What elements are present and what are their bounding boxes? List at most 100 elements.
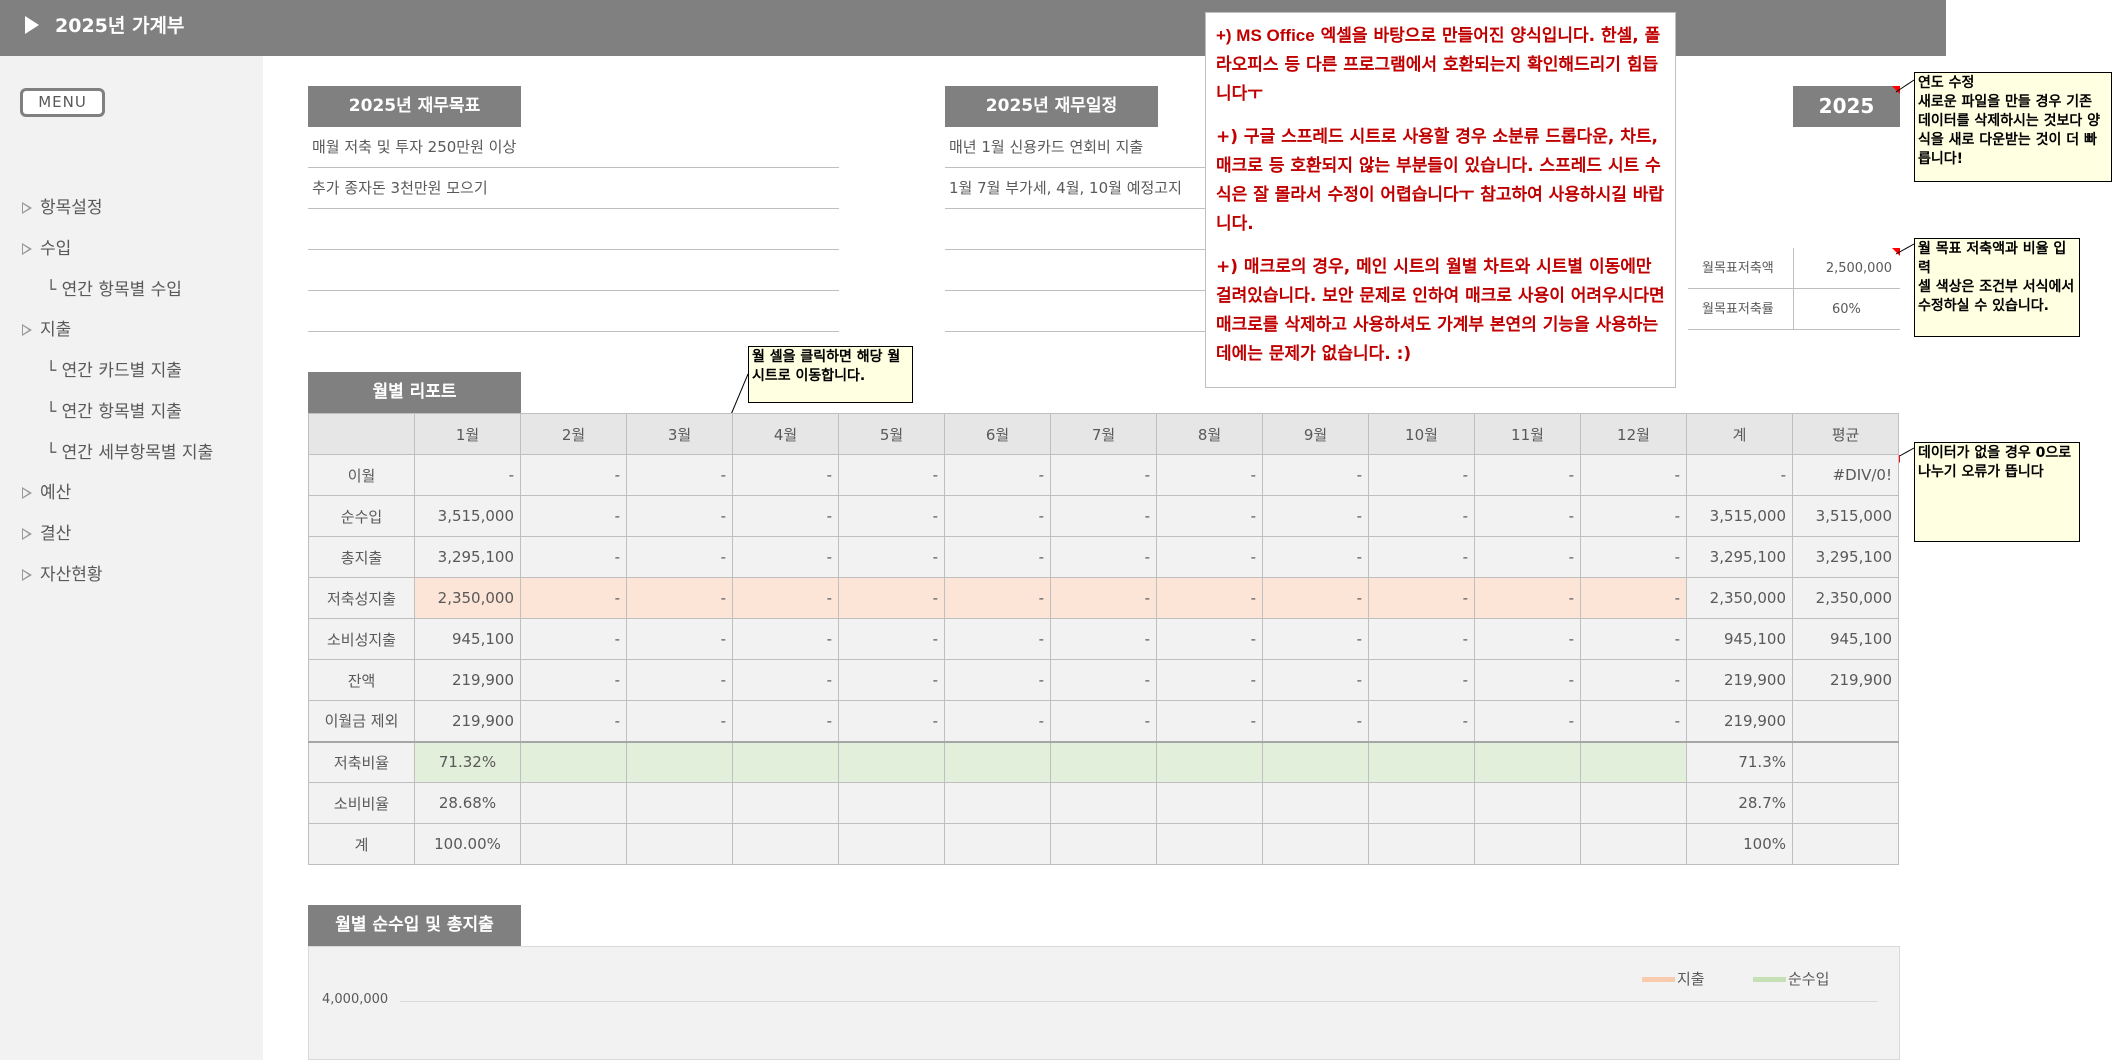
table-cell[interactable]: [944, 823, 1051, 865]
month-header[interactable]: 7월: [1050, 413, 1157, 455]
table-cell[interactable]: [838, 740, 945, 783]
table-cell[interactable]: -: [1262, 495, 1369, 537]
month-header[interactable]: 11월: [1474, 413, 1581, 455]
schedule-line[interactable]: [945, 250, 1205, 291]
table-cell[interactable]: [1474, 740, 1581, 783]
table-cell[interactable]: 3,295,100: [414, 536, 521, 578]
month-header[interactable]: 3월: [626, 413, 733, 455]
table-cell[interactable]: -: [1156, 618, 1263, 660]
sidebar-item[interactable]: 수입: [22, 234, 71, 259]
table-cell[interactable]: -: [838, 495, 945, 537]
table-cell-avg[interactable]: 219,900: [1792, 659, 1899, 701]
table-cell[interactable]: -: [626, 454, 733, 496]
table-cell[interactable]: -: [1262, 577, 1369, 619]
table-cell[interactable]: -: [1474, 659, 1581, 701]
table-cell[interactable]: -: [838, 700, 945, 742]
table-cell[interactable]: [1156, 823, 1263, 865]
goal-line[interactable]: [308, 209, 839, 250]
table-cell[interactable]: -: [1262, 659, 1369, 701]
sidebar-item[interactable]: 지출: [22, 315, 71, 340]
table-cell-avg[interactable]: [1792, 782, 1899, 824]
table-cell[interactable]: [1050, 740, 1157, 783]
table-cell[interactable]: -: [626, 536, 733, 578]
table-cell[interactable]: -: [732, 700, 839, 742]
table-cell[interactable]: -: [1474, 536, 1581, 578]
table-cell[interactable]: -: [1474, 577, 1581, 619]
table-cell[interactable]: [838, 782, 945, 824]
table-cell[interactable]: -: [1474, 495, 1581, 537]
schedule-line[interactable]: [945, 291, 1205, 332]
table-cell[interactable]: [1474, 782, 1581, 824]
table-cell[interactable]: -: [944, 618, 1051, 660]
table-cell[interactable]: -: [1580, 618, 1687, 660]
table-cell-total[interactable]: 2,350,000: [1686, 577, 1793, 619]
table-cell[interactable]: [520, 740, 627, 783]
target-saving-value[interactable]: 2,500,000: [1793, 248, 1900, 289]
table-cell[interactable]: -: [1474, 618, 1581, 660]
table-cell-avg[interactable]: 945,100: [1792, 618, 1899, 660]
table-cell[interactable]: -: [1368, 536, 1475, 578]
table-cell[interactable]: -: [1050, 454, 1157, 496]
table-cell[interactable]: -: [1050, 700, 1157, 742]
table-cell[interactable]: -: [732, 536, 839, 578]
table-cell[interactable]: 219,900: [414, 659, 521, 701]
table-cell[interactable]: -: [1156, 536, 1263, 578]
table-cell[interactable]: -: [1368, 659, 1475, 701]
table-cell-avg[interactable]: [1792, 823, 1899, 865]
table-cell[interactable]: -: [1580, 577, 1687, 619]
table-cell[interactable]: -: [1580, 454, 1687, 496]
table-cell[interactable]: [1156, 782, 1263, 824]
table-cell-avg[interactable]: [1792, 740, 1899, 783]
month-header[interactable]: 12월: [1580, 413, 1687, 455]
table-cell[interactable]: -: [414, 454, 521, 496]
table-cell[interactable]: [1580, 740, 1687, 783]
month-header[interactable]: 1월: [414, 413, 521, 455]
table-cell[interactable]: [1368, 823, 1475, 865]
table-cell[interactable]: -: [1262, 536, 1369, 578]
sidebar-item[interactable]: 자산현황: [22, 560, 103, 585]
target-rate-value[interactable]: 60%: [1793, 289, 1900, 330]
table-cell[interactable]: -: [838, 454, 945, 496]
table-cell[interactable]: -: [944, 454, 1051, 496]
table-cell-avg[interactable]: #DIV/0!: [1792, 454, 1899, 496]
table-cell[interactable]: [1580, 782, 1687, 824]
table-cell[interactable]: -: [1368, 454, 1475, 496]
sidebar-item[interactable]: 예산: [22, 478, 71, 503]
table-cell[interactable]: -: [838, 536, 945, 578]
sidebar-item[interactable]: 결산: [22, 519, 71, 544]
table-cell[interactable]: 219,900: [414, 700, 521, 742]
table-cell[interactable]: -: [1050, 659, 1157, 701]
table-cell[interactable]: -: [732, 577, 839, 619]
table-cell[interactable]: -: [732, 454, 839, 496]
schedule-line[interactable]: 1월 7월 부가세, 4월, 10월 예정고지: [945, 168, 1205, 209]
table-cell[interactable]: [1262, 823, 1369, 865]
table-cell[interactable]: 945,100: [414, 618, 521, 660]
table-cell[interactable]: -: [1368, 700, 1475, 742]
table-cell[interactable]: -: [1156, 495, 1263, 537]
table-cell[interactable]: -: [1580, 659, 1687, 701]
table-cell[interactable]: -: [1262, 618, 1369, 660]
table-cell[interactable]: [1262, 782, 1369, 824]
goal-line[interactable]: [308, 291, 839, 332]
table-cell[interactable]: [520, 782, 627, 824]
table-cell[interactable]: -: [1156, 659, 1263, 701]
table-cell[interactable]: -: [732, 618, 839, 660]
table-cell[interactable]: -: [1050, 536, 1157, 578]
table-cell-avg[interactable]: 2,350,000: [1792, 577, 1899, 619]
table-cell[interactable]: -: [944, 659, 1051, 701]
table-cell[interactable]: 71.32%: [414, 740, 521, 783]
sidebar-item[interactable]: └ 연간 항목별 수입: [46, 275, 182, 300]
table-cell[interactable]: -: [1580, 536, 1687, 578]
table-cell-total[interactable]: 71.3%: [1686, 740, 1793, 783]
table-cell-total[interactable]: 100%: [1686, 823, 1793, 865]
month-header[interactable]: 8월: [1156, 413, 1263, 455]
table-cell[interactable]: -: [1474, 700, 1581, 742]
table-cell[interactable]: -: [838, 577, 945, 619]
table-cell[interactable]: -: [732, 659, 839, 701]
table-cell[interactable]: [520, 823, 627, 865]
goal-line[interactable]: 추가 종자돈 3천만원 모으기: [308, 168, 839, 209]
sidebar-item[interactable]: └ 연간 카드별 지출: [46, 356, 182, 381]
table-cell[interactable]: [626, 740, 733, 783]
table-cell[interactable]: -: [626, 659, 733, 701]
table-cell[interactable]: -: [1368, 618, 1475, 660]
